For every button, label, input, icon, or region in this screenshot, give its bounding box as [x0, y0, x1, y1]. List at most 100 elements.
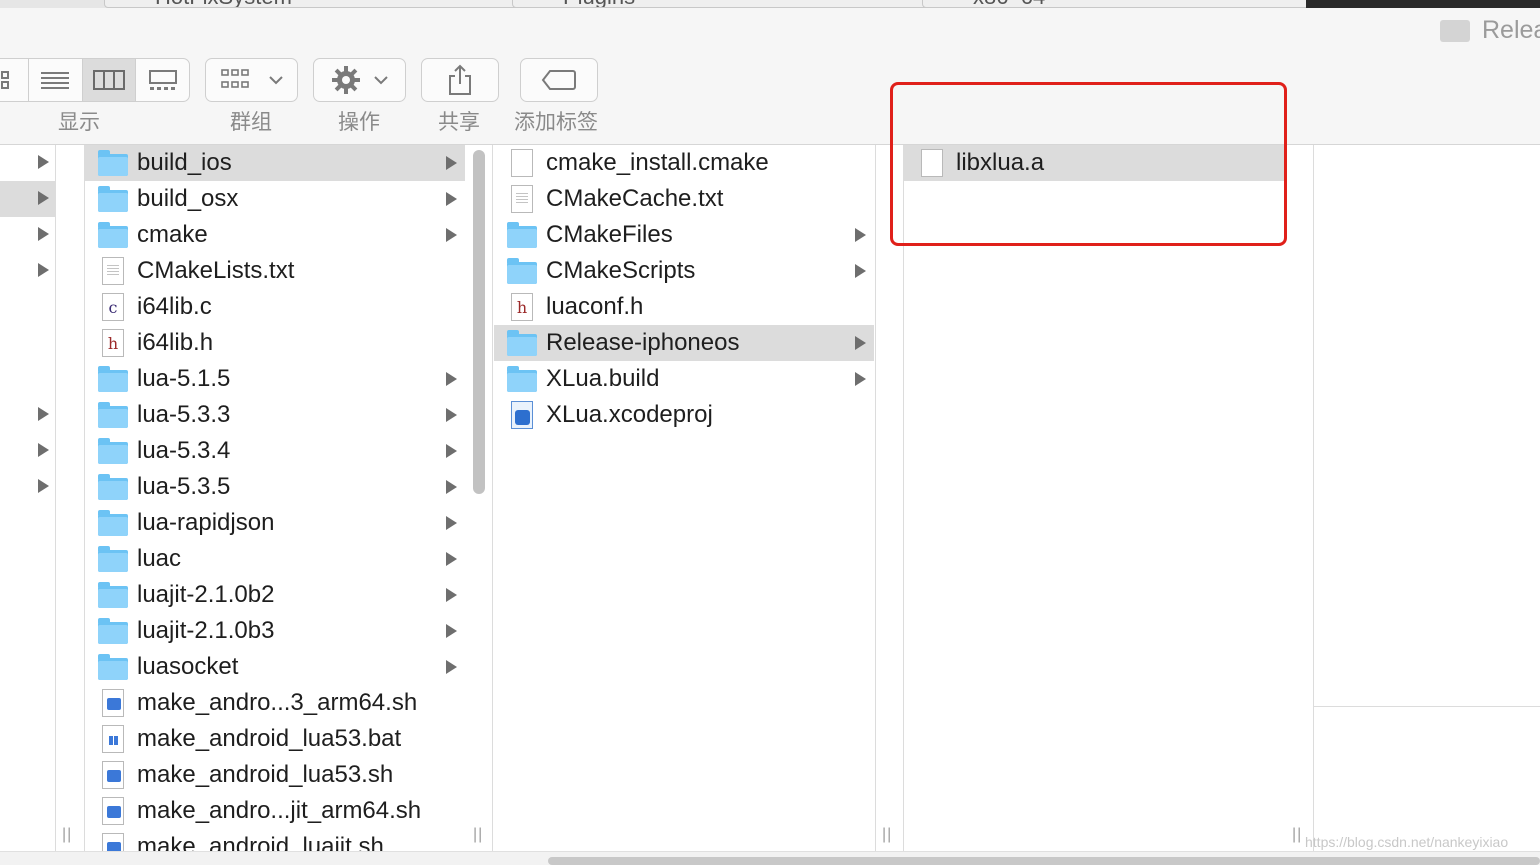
path-item-x86-64[interactable]: x86_64 — [922, 0, 1356, 8]
folder-icon — [97, 221, 129, 249]
view-mode-control[interactable] — [0, 58, 190, 102]
share-icon — [449, 64, 471, 95]
tag-icon — [541, 70, 576, 90]
column-resize-handle[interactable]: || — [882, 826, 892, 844]
grid-icon — [1, 71, 10, 89]
folder-row[interactable]: Release-iphoneos — [494, 325, 874, 361]
folder-row[interactable]: luac — [85, 541, 465, 577]
document-icon — [506, 149, 538, 177]
build-folder-column: build_ios build_osx cmake CMakeLists.txt c i6… — [85, 145, 465, 851]
folder-row[interactable]: lua-5.3.4 — [85, 433, 465, 469]
file-row[interactable]: make_android_lua53.bat — [85, 721, 465, 757]
gear-icon — [331, 66, 360, 94]
file-row[interactable]: h luaconf.h — [494, 289, 874, 325]
disclosure-arrow-icon[interactable] — [38, 191, 49, 205]
file-row[interactable]: c i64lib.c — [85, 289, 465, 325]
column-scrollbar[interactable] — [473, 150, 485, 494]
item-name: lua-5.3.5 — [137, 473, 231, 500]
tag-label: 添加标签 — [514, 111, 598, 134]
action-button[interactable] — [313, 58, 406, 102]
share-button[interactable] — [421, 58, 499, 102]
disclosure-arrow-icon[interactable] — [38, 263, 49, 277]
folder-row[interactable]: cmake — [85, 217, 465, 253]
file-row[interactable]: CMakeLists.txt — [85, 253, 465, 289]
column-resize-handle[interactable]: || — [473, 826, 483, 844]
gallery-view-button[interactable] — [135, 59, 189, 101]
shell-script-icon-shape — [102, 797, 124, 825]
folder-row[interactable]: lua-5.3.3 — [85, 397, 465, 433]
file-row[interactable]: CMakeCache.txt — [494, 181, 874, 217]
folder-icon — [1440, 19, 1470, 42]
folder-icon — [506, 365, 538, 393]
release-iphoneos-column: libxlua.a — [904, 145, 1284, 851]
text-document-icon — [97, 257, 129, 285]
folder-row[interactable]: build_ios — [85, 145, 465, 181]
path-item-hotfixsystem[interactable]: HotFixSystem — [104, 0, 536, 8]
shell-script-icon — [97, 761, 129, 789]
column-divider[interactable] — [1313, 145, 1314, 851]
disclosure-arrow-icon[interactable] — [38, 443, 49, 457]
item-name: make_andro...jit_arm64.sh — [137, 797, 422, 824]
folder-row[interactable]: luajit-2.1.0b2 — [85, 577, 465, 613]
file-row[interactable]: make_android_luajit.sh — [85, 829, 465, 851]
disclosure-arrow-icon — [855, 336, 866, 350]
column-view-button[interactable] — [81, 59, 136, 101]
batch-file-icon — [97, 725, 129, 753]
tag-button[interactable] — [520, 58, 598, 102]
folder-icon — [506, 257, 538, 285]
column-divider[interactable] — [492, 145, 493, 851]
folder-icon-shape — [507, 258, 537, 284]
folder-row[interactable]: lua-5.1.5 — [85, 361, 465, 397]
folder-row[interactable]: CMakeScripts — [494, 253, 874, 289]
folder-row[interactable]: lua-rapidjson — [85, 505, 465, 541]
item-name: CMakeFiles — [546, 221, 673, 248]
item-name: XLua.build — [546, 365, 660, 392]
disclosure-arrow-icon — [446, 516, 457, 530]
highlight-annotation-box — [890, 82, 1287, 246]
watermark-text: https://blog.csdn.net/nankeyixiao — [1305, 834, 1509, 850]
item-name: i64lib.c — [137, 293, 212, 320]
columns-icon — [92, 70, 125, 90]
item-name: lua-rapidjson — [137, 509, 275, 536]
folder-row[interactable]: luasocket — [85, 649, 465, 685]
item-name: luasocket — [137, 653, 239, 680]
disclosure-arrow-icon[interactable] — [38, 227, 49, 241]
column-divider[interactable] — [875, 145, 876, 851]
disclosure-arrow-icon[interactable] — [38, 479, 49, 493]
file-row[interactable]: make_andro...3_arm64.sh — [85, 685, 465, 721]
folder-row[interactable]: XLua.build — [494, 361, 874, 397]
item-name: luajit-2.1.0b3 — [137, 617, 275, 644]
file-row[interactable]: XLua.xcodeproj — [494, 397, 874, 433]
folder-icon — [97, 149, 129, 177]
list-view-button[interactable] — [27, 59, 82, 101]
disclosure-arrow-icon[interactable] — [38, 407, 49, 421]
disclosure-arrow-icon — [446, 552, 457, 566]
folder-row[interactable]: luajit-2.1.0b3 — [85, 613, 465, 649]
column-divider[interactable] — [55, 145, 56, 851]
folder-icon — [97, 401, 129, 429]
folder-icon-shape — [98, 654, 128, 680]
disclosure-arrow-icon — [855, 372, 866, 386]
folder-icon-shape — [98, 582, 128, 608]
c-source-icon: c — [97, 293, 129, 321]
icon-view-button[interactable] — [0, 59, 28, 101]
shell-script-icon — [97, 833, 129, 851]
column-resize-handle[interactable]: || — [62, 826, 72, 844]
file-row[interactable]: make_andro...jit_arm64.sh — [85, 793, 465, 829]
folder-row[interactable]: lua-5.3.5 — [85, 469, 465, 505]
file-row[interactable]: make_android_lua53.sh — [85, 757, 465, 793]
group-button[interactable] — [205, 58, 298, 102]
disclosure-arrow-icon — [855, 264, 866, 278]
folder-icon-shape — [507, 366, 537, 392]
folder-icon-shape — [98, 186, 128, 212]
file-row[interactable]: h i64lib.h — [85, 325, 465, 361]
file-row[interactable]: cmake_install.cmake — [494, 145, 874, 181]
folder-row[interactable]: build_osx — [85, 181, 465, 217]
column-resize-handle[interactable]: || — [1292, 826, 1302, 844]
disclosure-arrow-icon[interactable] — [38, 155, 49, 169]
disclosure-arrow-icon — [446, 624, 457, 638]
path-item-plugins[interactable]: Plugins — [512, 0, 946, 8]
build-ios-column: cmake_install.cmake CMakeCache.txt CMakeFi… — [494, 145, 874, 851]
folder-row[interactable]: CMakeFiles — [494, 217, 874, 253]
header-file-icon-shape: h — [102, 329, 124, 357]
